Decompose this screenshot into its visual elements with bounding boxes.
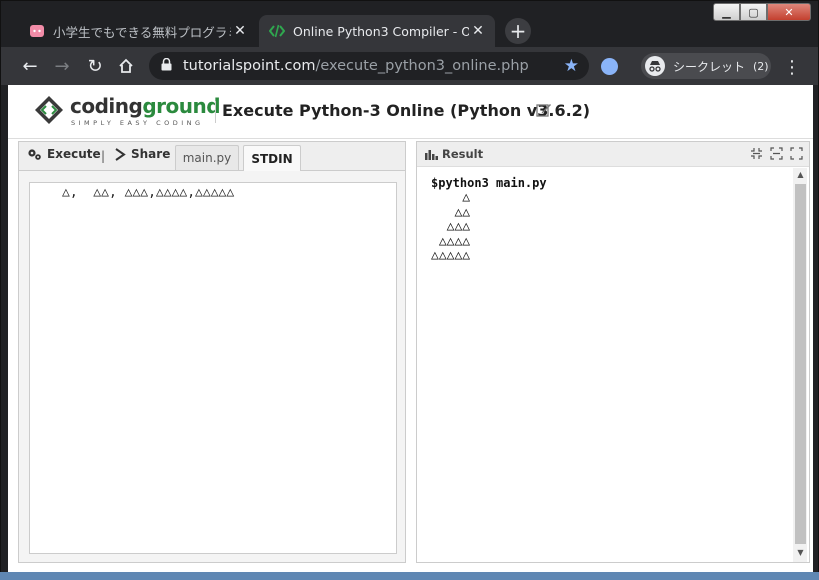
tab-title: Online Python3 Compiler - Onl — [293, 23, 469, 39]
result-header: Result — [425, 147, 483, 161]
brand-name-b: ground — [142, 94, 221, 118]
scroll-up-icon[interactable]: ▲ — [795, 170, 806, 182]
close-window-button[interactable]: ✕ — [767, 3, 811, 21]
tab-active[interactable]: Online Python3 Compiler - Onl ✕ — [259, 15, 495, 47]
share-button[interactable]: Share — [114, 147, 170, 161]
brand-name-a: coding — [70, 94, 143, 118]
tab-inactive[interactable]: 小学生でもできる無料プログラミ ✕ — [19, 15, 257, 47]
brand-tagline: SIMPLY EASY CODING — [71, 119, 204, 127]
close-tab-icon[interactable]: ✕ — [469, 23, 487, 39]
bookmark-star-icon[interactable]: ★ — [564, 56, 579, 76]
tab-stdin[interactable]: STDIN — [243, 145, 301, 171]
address-bar[interactable]: tutorialspoint.com/execute_python3_onlin… — [149, 52, 589, 80]
stdin-textarea[interactable]: △, △△, △△△,△△△△,△△△△△ — [29, 182, 397, 554]
maximize-button[interactable]: ▢ — [740, 3, 767, 21]
share-label: Share — [131, 147, 171, 161]
close-tab-icon[interactable]: ✕ — [231, 23, 249, 39]
header-divider — [215, 101, 216, 123]
expand-icon[interactable] — [770, 147, 783, 160]
scroll-thumb[interactable] — [795, 184, 806, 544]
incognito-label: シークレット — [673, 59, 746, 74]
edit-icon[interactable] — [536, 102, 552, 118]
execute-label: Execute — [47, 147, 101, 161]
output-line: △△△△△ — [431, 248, 471, 263]
codingground-logo[interactable]: codingground SIMPLY EASY CODING — [34, 94, 221, 128]
incognito-indicator[interactable]: シークレット (2) — [641, 53, 771, 79]
scroll-down-icon[interactable]: ▼ — [795, 548, 806, 560]
code-brackets-icon — [269, 23, 285, 39]
tab-title: 小学生でもできる無料プログラミ — [53, 24, 231, 40]
back-icon[interactable]: ← — [19, 55, 41, 77]
result-toolbar: Result — [417, 142, 809, 167]
new-tab-button[interactable]: + — [505, 18, 531, 44]
tab-main-py[interactable]: main.py — [175, 145, 239, 170]
page-title: Execute Python-3 Online (Python v3.6.2) — [222, 101, 591, 120]
site-header: codingground SIMPLY EASY CODING Execute … — [8, 85, 813, 139]
editor-pane: Execute | Share main.py STDIN △, △△, △△△… — [18, 141, 406, 563]
result-scrollbar[interactable]: ▲ ▼ — [793, 168, 807, 562]
command-line: $python3 main.py — [431, 176, 547, 190]
stdin-content: △, △△, △△△,△△△△,△△△△△ — [62, 185, 235, 200]
browser-toolbar: ← → ↻ tutorialspoint.com/execute_python3… — [1, 47, 818, 85]
output-line: △△△△ — [431, 233, 471, 249]
share-icon — [115, 147, 126, 161]
editor-toolbar: Execute | Share main.py STDIN — [19, 142, 405, 171]
forward-icon[interactable]: → — [51, 55, 73, 77]
execute-button[interactable]: Execute — [27, 147, 101, 161]
browser-window: ▁ ▢ ✕ 小学生でもできる無料プログラミ ✕ Online Python3 C… — [0, 0, 819, 580]
collapse-icon[interactable] — [750, 147, 763, 160]
logo-icon — [35, 96, 63, 124]
gears-icon — [28, 149, 41, 160]
output-line: △ — [431, 190, 471, 205]
brand-name: codingground — [70, 94, 221, 118]
url-path: /execute_python3_online.php — [315, 58, 529, 74]
web-page: codingground SIMPLY EASY CODING Execute … — [8, 85, 813, 573]
incognito-icon — [645, 56, 665, 76]
lock-icon — [161, 57, 175, 75]
more-menu-icon[interactable]: ⋮ — [783, 57, 801, 78]
output-line: △△ — [431, 204, 471, 220]
url-host: tutorialspoint.com — [183, 58, 316, 74]
result-label: Result — [442, 147, 484, 161]
home-icon[interactable] — [115, 55, 137, 77]
extension-icon[interactable] — [601, 58, 618, 75]
minimize-button[interactable]: ▁ — [713, 3, 740, 21]
output-line: △△△ — [431, 219, 471, 234]
bar-chart-icon — [425, 149, 438, 160]
terminal-output: $python3 main.py △ △△ △△△ △△△△ △△△△△ — [431, 176, 547, 264]
window-controls: ▁ ▢ ✕ — [713, 3, 811, 21]
pink-cat-icon — [29, 23, 45, 39]
fullscreen-icon[interactable] — [790, 147, 803, 160]
result-pane: Result $python3 main.py △ △△ △△△ △△△△ △△… — [416, 141, 810, 563]
toolbar-separator: | — [101, 149, 106, 163]
reload-icon[interactable]: ↻ — [84, 55, 106, 77]
desktop-background — [0, 572, 819, 580]
incognito-count: (2) — [753, 59, 769, 73]
